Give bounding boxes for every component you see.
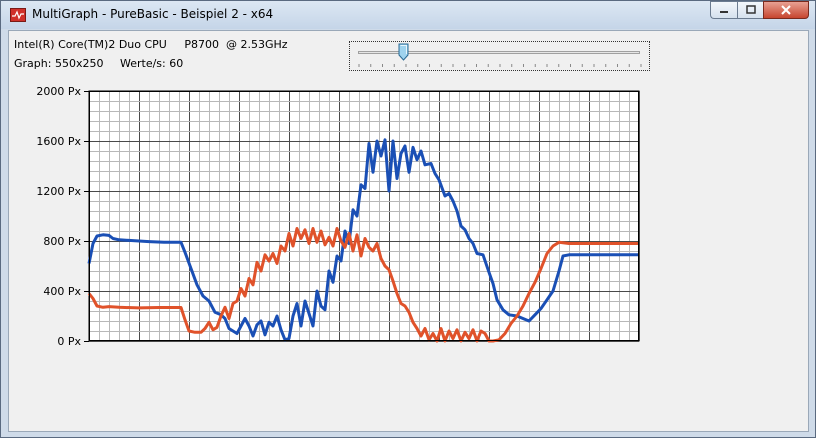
app-icon[interactable] [10, 8, 26, 22]
maximize-button[interactable] [737, 1, 763, 19]
plot-background [88, 90, 640, 342]
close-icon [781, 5, 791, 15]
title-bar[interactable]: MultiGraph - PureBasic - Beispiel 2 - x6… [1, 1, 815, 29]
y-tick-label: 2000 Px [36, 85, 81, 98]
y-tick-label: 800 Px [43, 235, 81, 248]
caption-buttons [710, 1, 809, 21]
window-title: MultiGraph - PureBasic - Beispiel 2 - x6… [32, 7, 274, 21]
minimize-icon [720, 11, 728, 13]
y-axis-labels: 0 Px 400 Px 800 Px 1200 Px 1600 Px 2000 Px [36, 85, 89, 348]
y-tick-label: 400 Px [43, 285, 81, 298]
close-button[interactable] [763, 1, 809, 19]
y-tick-label: 1600 Px [36, 135, 81, 148]
y-tick-label: 1200 Px [36, 185, 81, 198]
minimize-button[interactable] [710, 1, 737, 19]
app-window: MultiGraph - PureBasic - Beispiel 2 - x6… [0, 0, 816, 438]
client-area: Intel(R) Core(TM)2 Duo CPU P8700 @ 2.53G… [8, 30, 809, 432]
graph-area: 0 Px 400 Px 800 Px 1200 Px 1600 Px 2000 Px [36, 85, 640, 348]
y-tick-label: 0 Px [57, 335, 81, 348]
maximize-icon [745, 5, 756, 14]
